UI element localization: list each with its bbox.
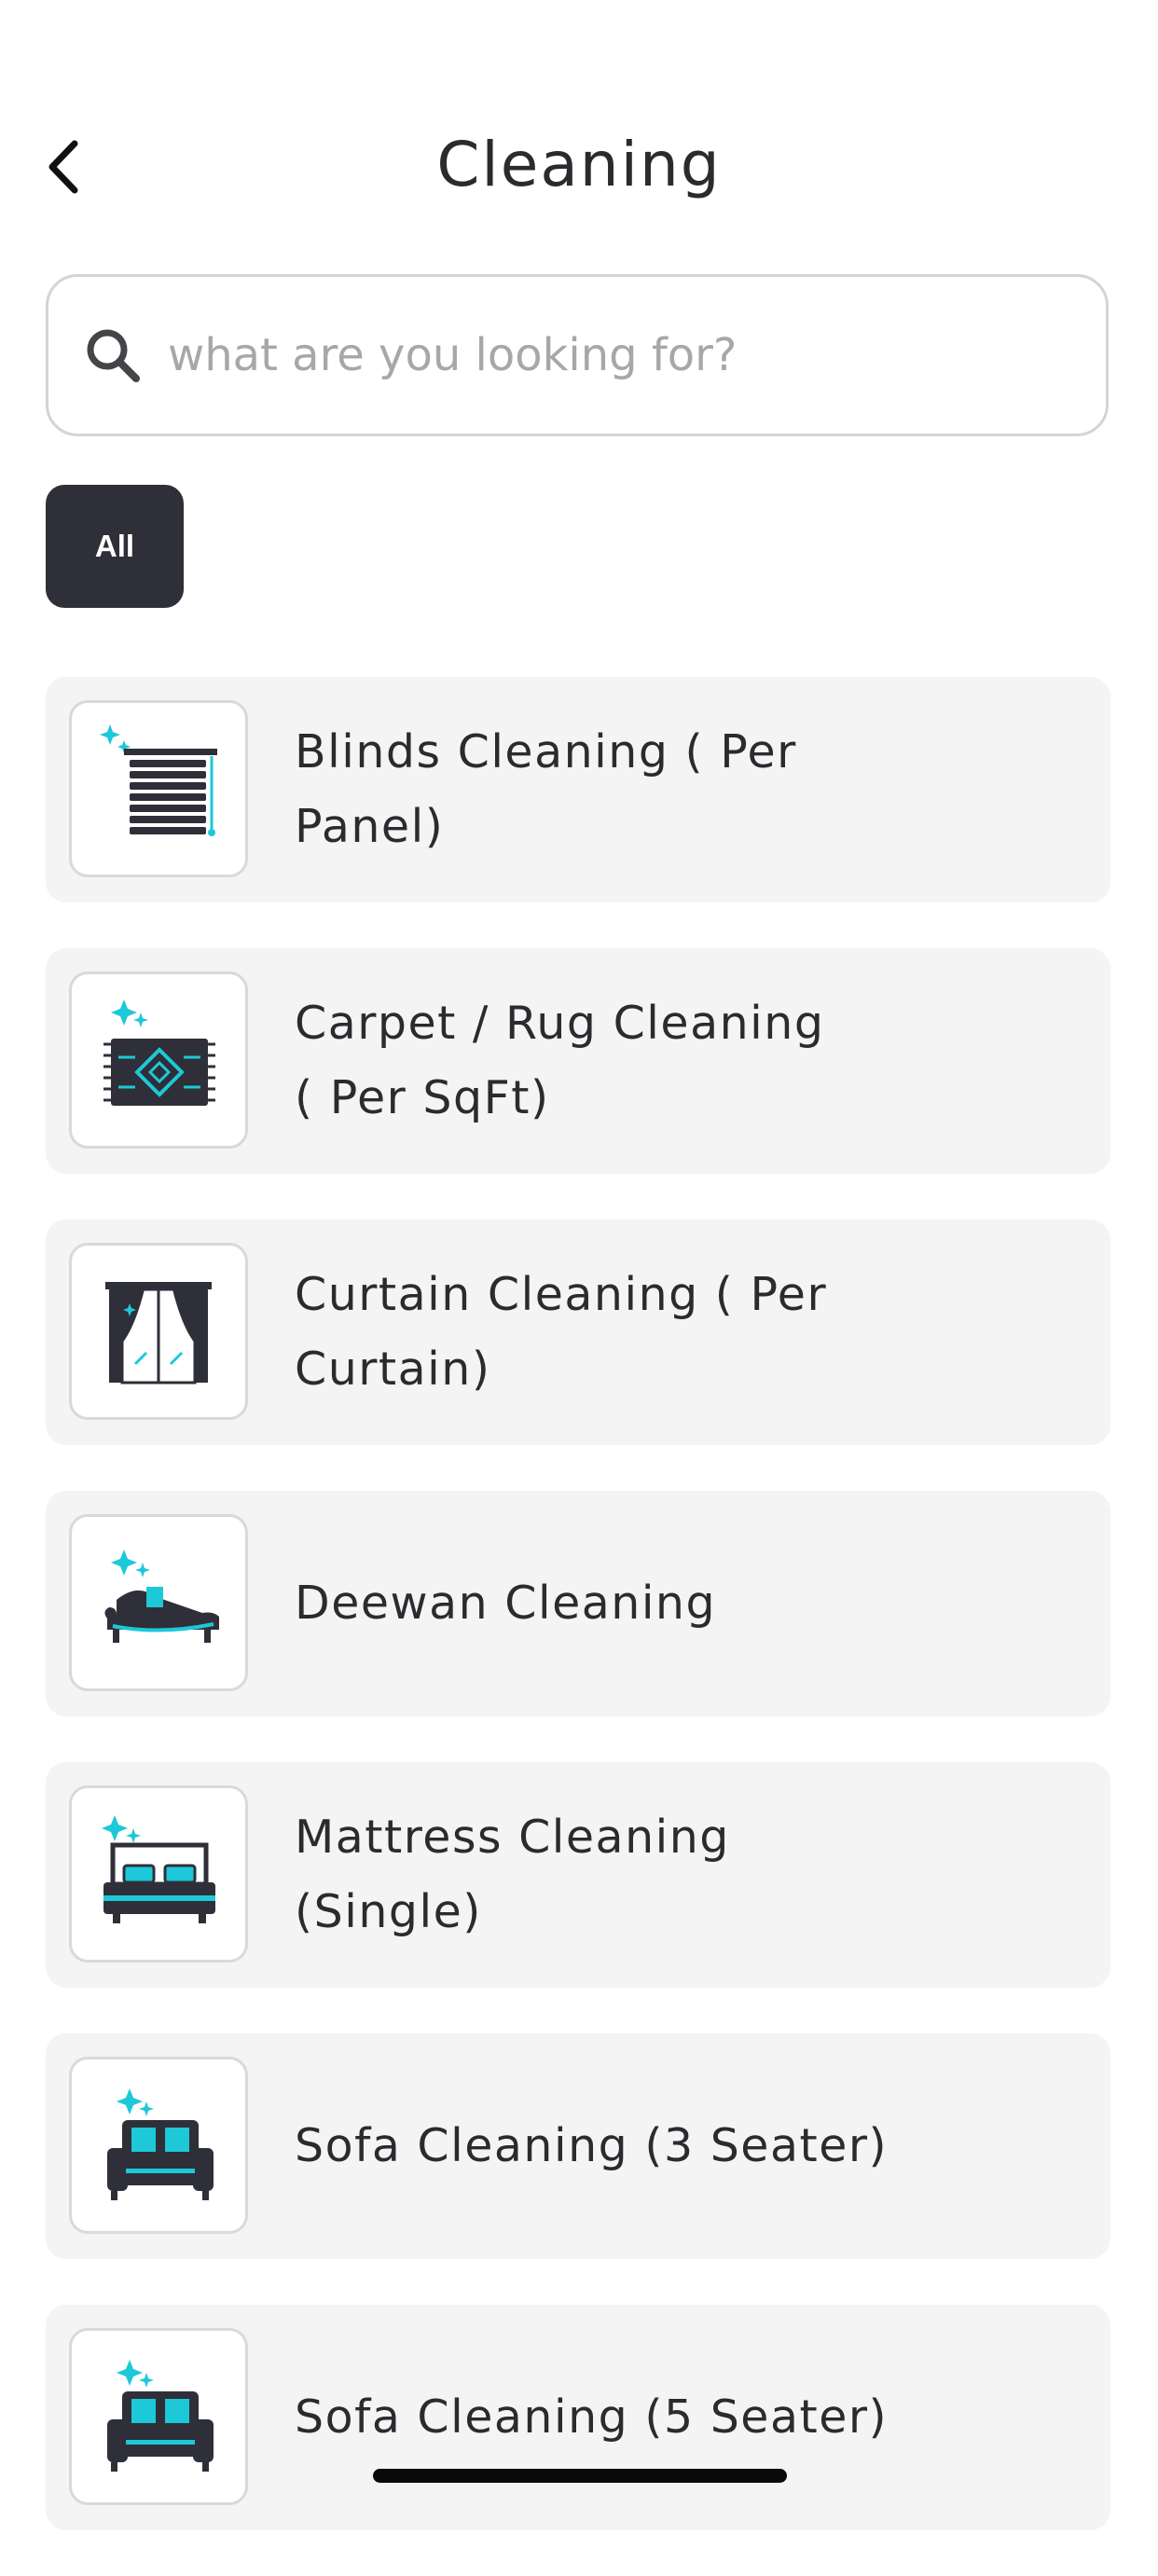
- blinds-icon: [100, 724, 217, 836]
- service-thumbnail: [69, 2057, 248, 2234]
- service-list: Blinds Cleaning ( Per Panel) Carpet / Ru…: [46, 677, 1110, 2576]
- service-label: Mattress Cleaning (Single): [295, 1811, 730, 1938]
- list-item[interactable]: Deewan Cleaning: [46, 1491, 1110, 1716]
- service-thumbnail: [69, 700, 248, 877]
- curtain-icon: [105, 1282, 212, 1384]
- search-input[interactable]: [166, 328, 1083, 382]
- page-title: Cleaning: [436, 129, 722, 200]
- search-bar[interactable]: [46, 274, 1109, 436]
- service-label: Carpet / Rug Cleaning ( Per SqFt): [295, 997, 825, 1124]
- service-label: Sofa Cleaning (5 Seater): [295, 2390, 889, 2444]
- filter-chip-all[interactable]: All: [46, 485, 184, 608]
- list-item[interactable]: Sofa Cleaning (3 Seater): [46, 2033, 1110, 2259]
- list-item[interactable]: Blinds Cleaning ( Per Panel): [46, 677, 1110, 902]
- service-label: Curtain Cleaning ( Per Curtain): [295, 1268, 828, 1396]
- carpet-icon: [103, 999, 215, 1106]
- service-label: Deewan Cleaning: [295, 1577, 717, 1630]
- service-thumbnail: [69, 2328, 248, 2505]
- list-item[interactable]: Curtain Cleaning ( Per Curtain): [46, 1219, 1110, 1445]
- deewan-icon: [104, 1550, 219, 1643]
- home-indicator: [373, 2469, 787, 2483]
- list-item[interactable]: Carpet / Rug Cleaning ( Per SqFt): [46, 948, 1110, 1174]
- mattress-icon: [102, 1815, 215, 1923]
- service-label: Sofa Cleaning (3 Seater): [295, 2119, 889, 2172]
- service-thumbnail: [69, 1243, 248, 1420]
- sofa-icon: [107, 2360, 214, 2472]
- sofa-icon: [107, 2088, 214, 2200]
- search-icon: [80, 323, 145, 388]
- list-item[interactable]: Sofa Cleaning (5 Seater): [46, 2305, 1110, 2530]
- service-thumbnail: [69, 1785, 248, 1963]
- list-item[interactable]: Mattress Cleaning (Single): [46, 1762, 1110, 1988]
- service-label: Blinds Cleaning ( Per Panel): [295, 725, 797, 853]
- header: Cleaning: [0, 112, 1158, 224]
- service-thumbnail: [69, 1514, 248, 1691]
- service-thumbnail: [69, 971, 248, 1149]
